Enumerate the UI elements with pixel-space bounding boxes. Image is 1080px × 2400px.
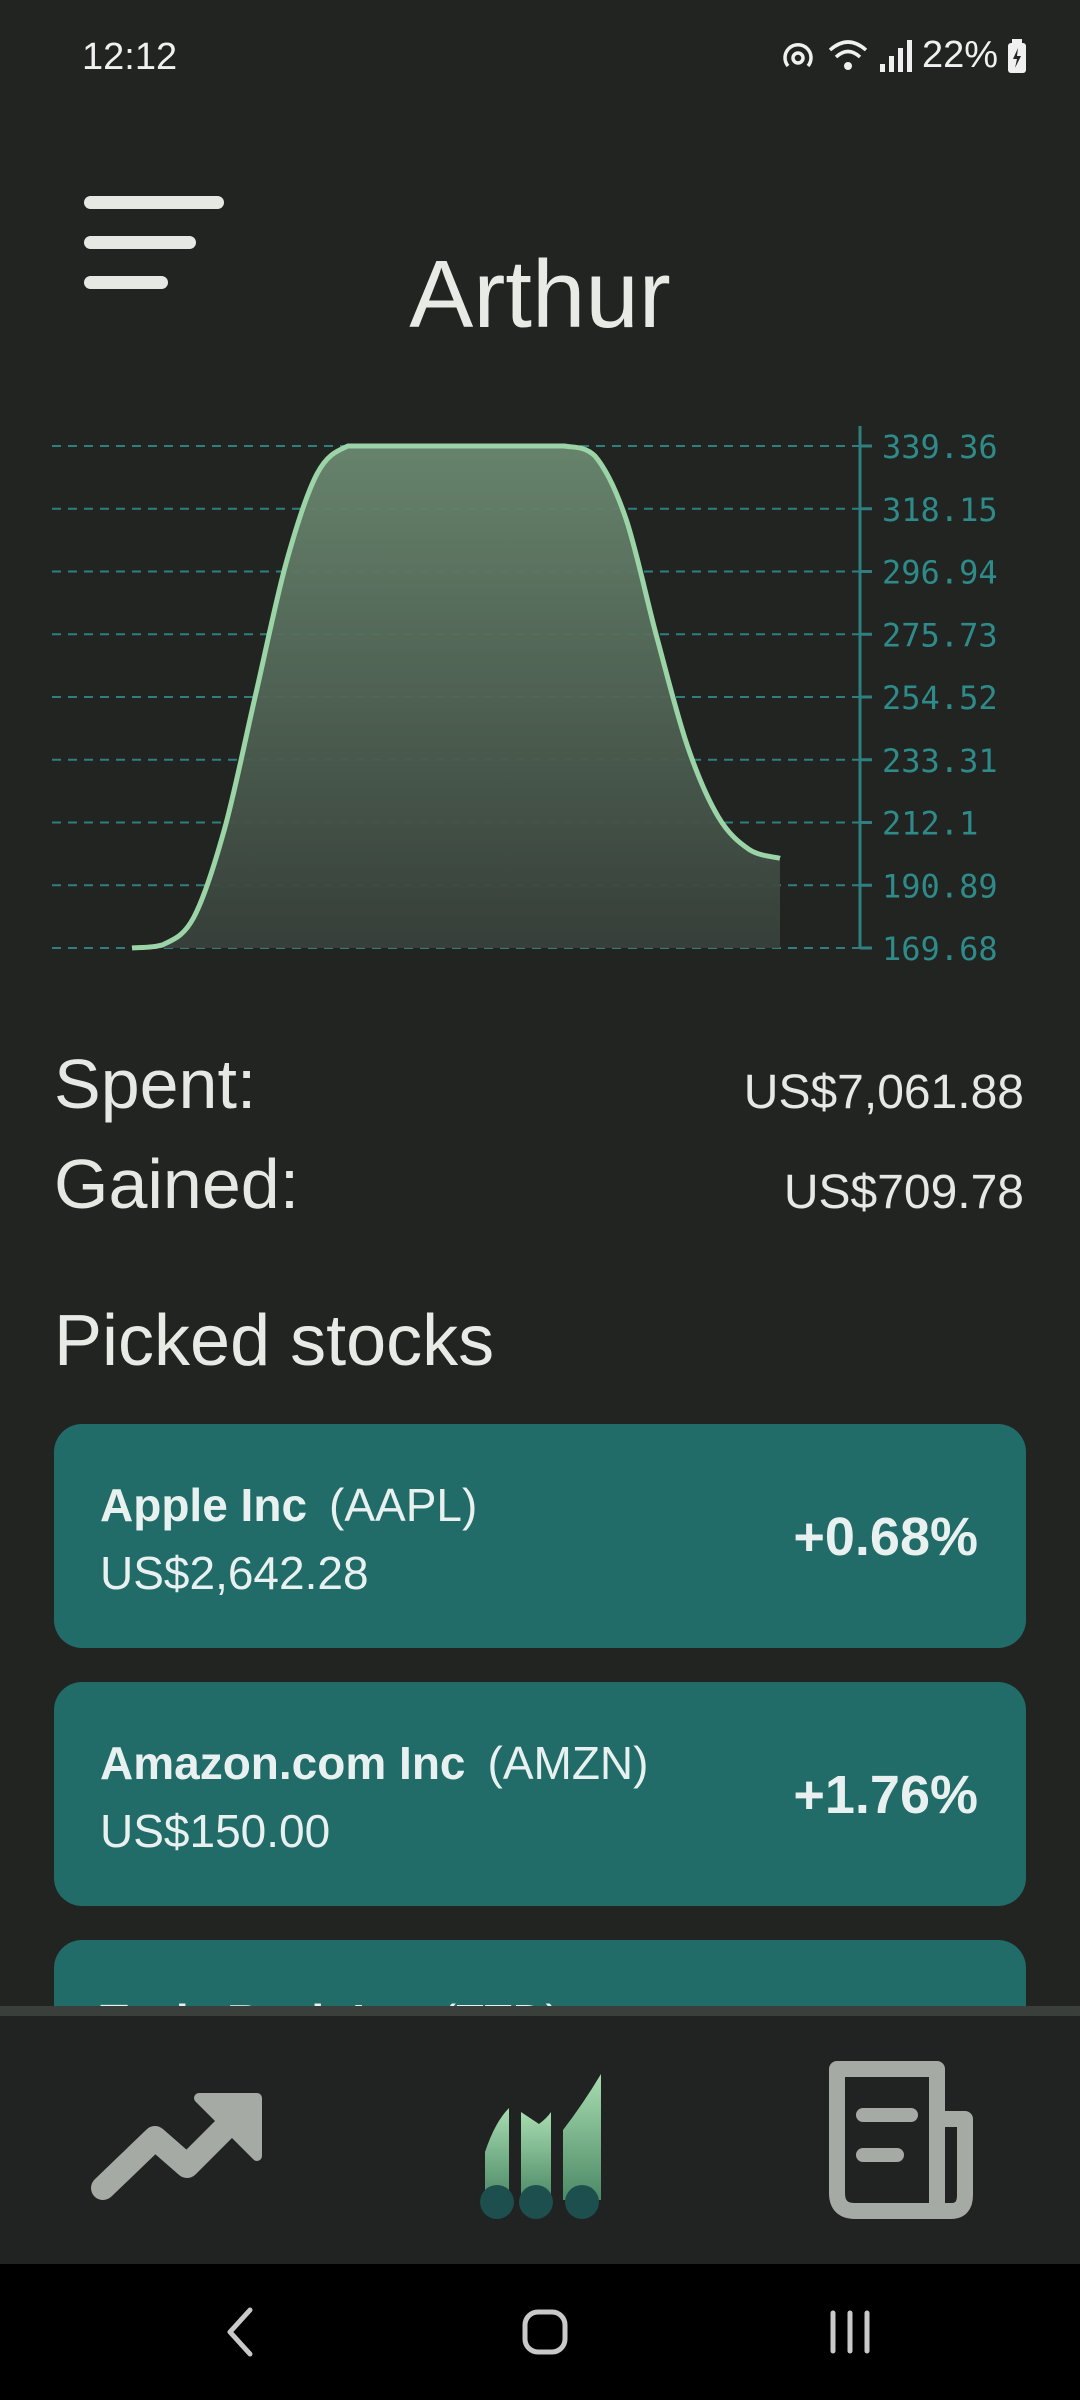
status-time: 12:12 xyxy=(82,36,178,78)
stock-ticker: (AAPL) xyxy=(329,1479,478,1531)
stock-name: Amazon.com Inc xyxy=(100,1737,466,1789)
stock-list[interactable]: Apple Inc (AAPL) US$2,642.28 +0.68% Amazo… xyxy=(54,1424,1026,2006)
stock-name: Tesla Rech Inc xyxy=(100,1995,419,2006)
spent-row: Spent: US$7,061.88 xyxy=(54,1044,1024,1124)
wifi-icon xyxy=(828,39,868,70)
newspaper-icon xyxy=(829,2061,973,2219)
gained-label: Gained: xyxy=(54,1145,300,1223)
stock-card[interactable]: Tesla Rech Inc (TTD) xyxy=(54,1940,1026,2006)
chart-tick-label: 318.15 xyxy=(882,491,998,529)
gained-row: Gained: US$709.78 xyxy=(54,1144,1024,1224)
hotspot-icon xyxy=(783,42,813,67)
recents-icon xyxy=(830,2310,870,2354)
battery-percent: 22% xyxy=(921,34,998,76)
portfolio-chart: 339.36 318.15 296.94 275.73 254.52 233.31 212.… xyxy=(52,426,998,968)
chart-tick-label: 233.31 xyxy=(882,742,998,780)
stock-name: Apple Inc xyxy=(100,1479,308,1531)
back-button[interactable] xyxy=(190,2264,290,2400)
status-bar: 12:12 22% xyxy=(0,0,1080,120)
stock-ticker: (TTD) xyxy=(441,1995,561,2006)
gained-value: US$709.78 xyxy=(783,1166,1024,1219)
chart-tick-label: 169.68 xyxy=(882,930,998,968)
chart-tick-label: 296.94 xyxy=(882,554,998,592)
chart-tick-label: 275.73 xyxy=(882,616,998,654)
page-title: Arthur xyxy=(409,241,671,348)
chart-tick-label: 212.1 xyxy=(882,805,978,843)
system-nav xyxy=(0,2264,1080,2400)
spent-value: US$7,061.88 xyxy=(743,1066,1024,1119)
stock-price: US$2,642.28 xyxy=(100,1547,369,1599)
chart-tick-label: 254.52 xyxy=(882,679,998,717)
stock-change: +0.68% xyxy=(793,1507,978,1567)
stock-price: US$150.00 xyxy=(100,1805,331,1857)
nav-trending[interactable] xyxy=(70,2016,290,2274)
chart-tick-label: 190.89 xyxy=(882,867,998,905)
bar-chart-icon xyxy=(480,2074,601,2219)
stock-ticker: (AMZN) xyxy=(487,1737,649,1789)
status-icons: 22% xyxy=(778,34,1028,77)
home-icon xyxy=(522,2309,568,2355)
stock-card[interactable]: Amazon.com Inc (AMZN) US$150.00 +1.76% xyxy=(54,1682,1026,1906)
battery-icon xyxy=(1008,38,1026,73)
spent-label: Spent: xyxy=(54,1045,257,1123)
section-title: Picked stocks xyxy=(54,1301,495,1381)
back-icon xyxy=(227,2307,253,2357)
nav-portfolio[interactable] xyxy=(430,2016,650,2274)
bottom-nav xyxy=(0,2006,1080,2274)
stock-change: +1.76% xyxy=(793,1765,978,1825)
stock-card[interactable]: Apple Inc (AAPL) US$2,642.28 +0.68% xyxy=(54,1424,1026,1648)
signal-icon xyxy=(879,39,912,72)
nav-news[interactable] xyxy=(790,2016,1010,2274)
chart-tick-label: 339.36 xyxy=(882,428,998,466)
home-button[interactable] xyxy=(495,2264,595,2400)
trending-up-icon xyxy=(91,2093,262,2200)
recents-button[interactable] xyxy=(800,2264,900,2400)
